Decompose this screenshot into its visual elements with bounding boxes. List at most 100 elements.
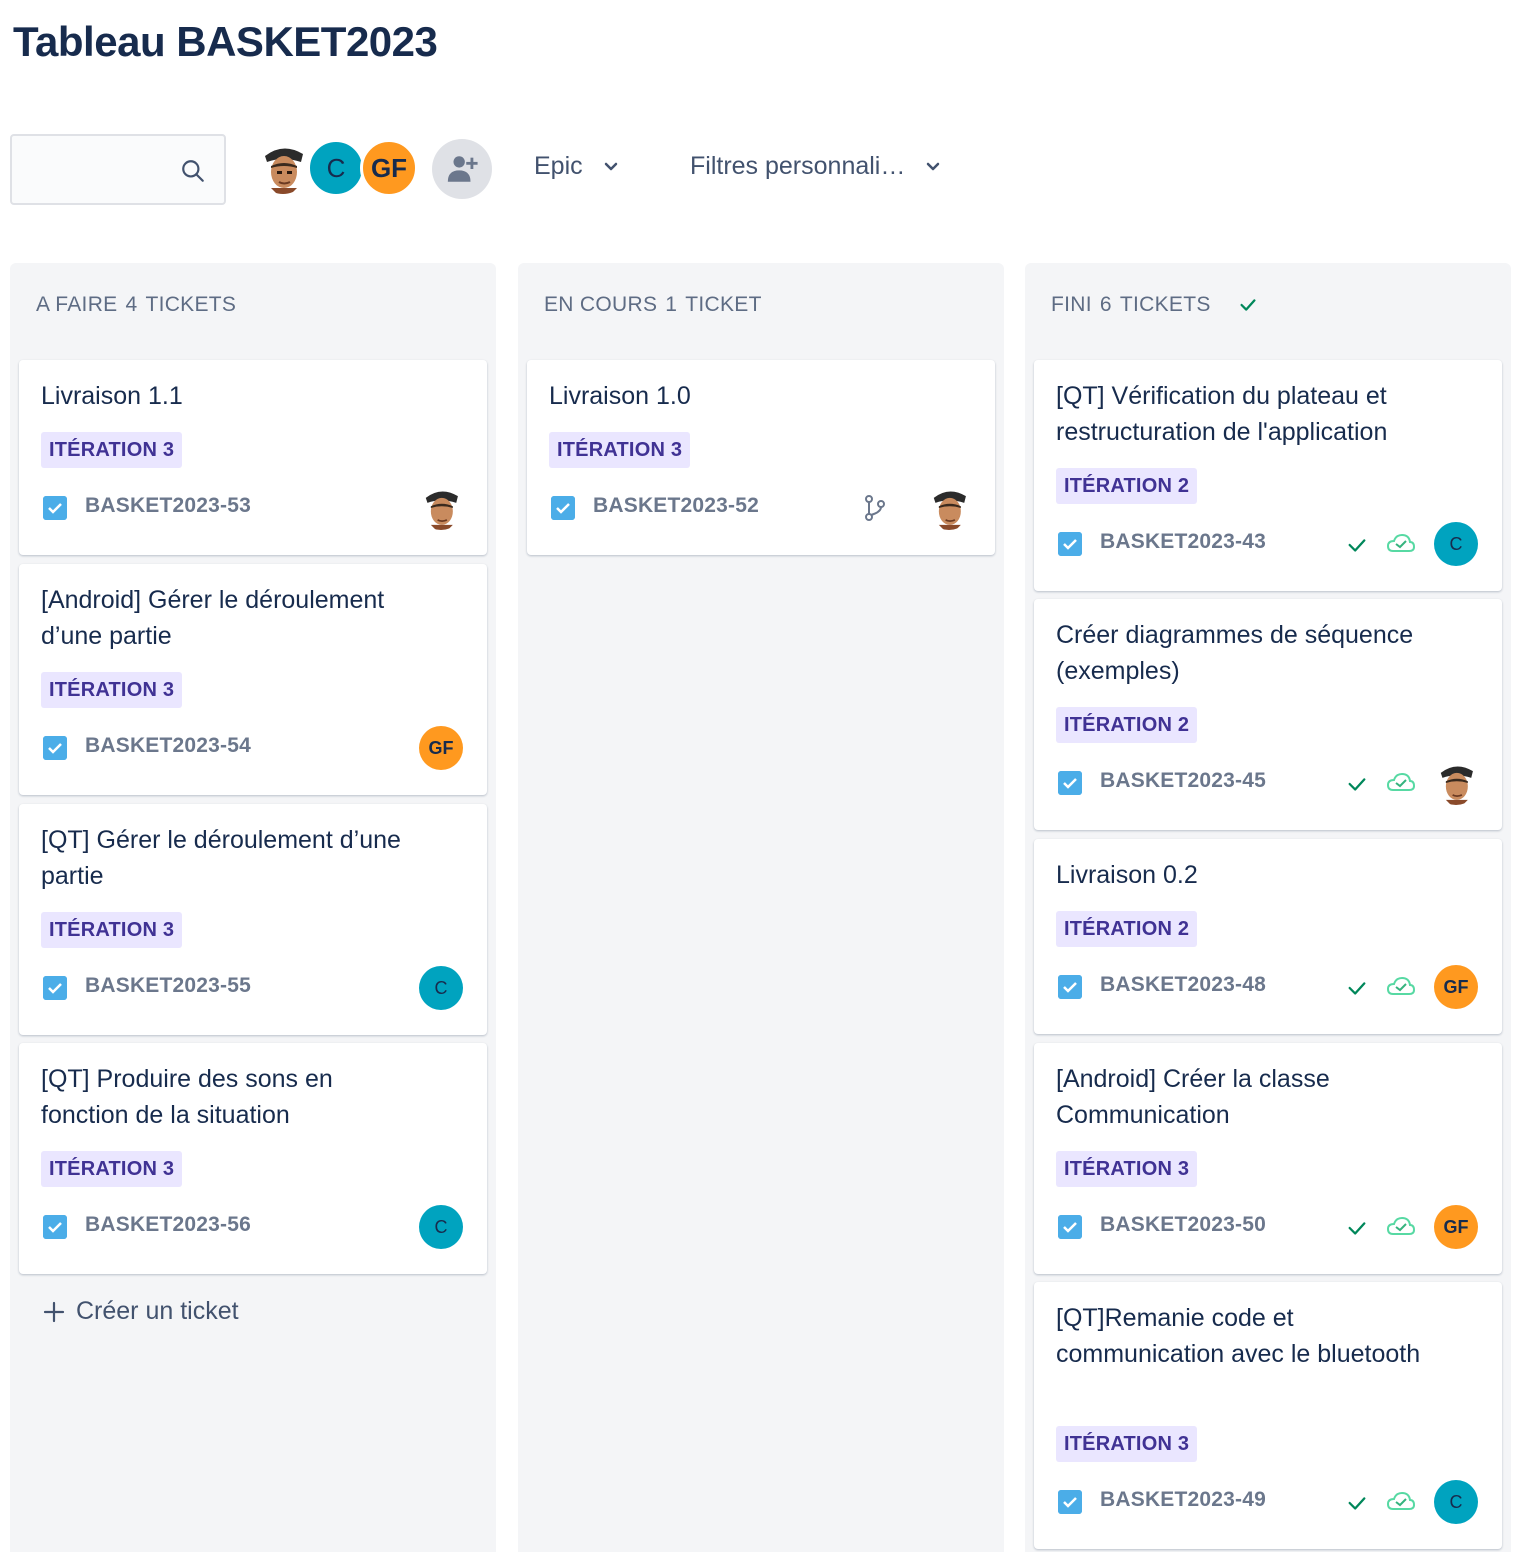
column-header: A FAIRE 4 TICKETS	[36, 293, 236, 317]
task-checkbox-icon	[1058, 975, 1082, 999]
ticket-card[interactable]: [QT]Remanie code et communication avec l…	[1034, 1282, 1502, 1549]
column-count-label: TICKET	[685, 293, 762, 316]
column-done: FINI 6 TICKETS [QT] Vérification du plat…	[1025, 263, 1511, 1552]
portrait-icon	[933, 491, 966, 530]
ticket-footer: BASKET2023-56 C	[41, 1205, 465, 1249]
ticket-key[interactable]: BASKET2023-56	[85, 1213, 251, 1237]
column-header: EN COURS 1 TICKET	[544, 293, 762, 317]
task-checkbox-icon	[551, 496, 575, 520]
ticket-title: Livraison 1.1	[41, 382, 183, 410]
iteration-tag: ITÉRATION 3	[41, 672, 183, 708]
ticket-footer: BASKET2023-50 GF	[1056, 1205, 1480, 1249]
assignee-avatar-c[interactable]: C	[1434, 1480, 1478, 1524]
ticket-card[interactable]: Livraison 1.1 ITÉRATION 3 BASKET2023-53	[19, 360, 487, 555]
ticket-key[interactable]: BASKET2023-52	[593, 494, 759, 518]
ticket-title: Créer diagrammes de séquence (exemples)	[1056, 621, 1414, 685]
ticket-card[interactable]: [Android] Gérer le déroulement d’une par…	[19, 564, 487, 795]
assignee-avatar-gf[interactable]: GF	[1434, 1205, 1478, 1249]
assignee-photo-avatar[interactable]	[927, 486, 971, 530]
column-name: FINI	[1051, 293, 1092, 316]
column-name: A FAIRE	[36, 293, 118, 316]
task-checkbox-icon	[1058, 1490, 1082, 1514]
deployment-cloud-icon[interactable]	[1386, 1215, 1416, 1239]
ticket-title: [QT]Remanie code et communication avec l…	[1056, 1304, 1421, 1368]
ticket-card[interactable]: [QT] Produire des sons en fonction de la…	[19, 1043, 487, 1274]
board-toolbar: C GF Epic Filtres personnali…	[10, 134, 1010, 206]
portrait-icon	[257, 142, 309, 194]
ticket-card[interactable]: Livraison 0.2 ITÉRATION 2 BASKET2023-48 …	[1034, 839, 1502, 1034]
ticket-card[interactable]: [QT] Vérification du plateau et restruct…	[1034, 360, 1502, 591]
epic-filter[interactable]: Epic	[534, 152, 619, 181]
page-title: Tableau BASKET2023	[13, 18, 438, 65]
ticket-title: [QT] Vérification du plateau et restruct…	[1056, 382, 1388, 446]
column-count: 6	[1099, 293, 1112, 316]
ticket-title: Livraison 1.0	[549, 382, 691, 410]
iteration-tag: ITÉRATION 3	[41, 432, 183, 468]
ticket-card[interactable]: Créer diagrammes de séquence (exemples) …	[1034, 599, 1502, 830]
iteration-tag: ITÉRATION 3	[41, 1151, 183, 1187]
assignee-avatar-gf[interactable]: GF	[1434, 965, 1478, 1009]
ticket-title: [Android] Gérer le déroulement d’une par…	[41, 586, 385, 650]
deployment-cloud-icon[interactable]	[1386, 975, 1416, 999]
deployment-cloud-icon[interactable]	[1386, 532, 1416, 556]
branch-icon[interactable]	[863, 494, 887, 522]
epic-filter-label: Epic	[534, 152, 583, 180]
column-count: 4	[125, 293, 138, 316]
create-ticket-button[interactable]: Créer un ticket	[42, 1297, 239, 1326]
assignee-avatar-c[interactable]: C	[419, 1205, 463, 1249]
chevron-down-icon	[604, 162, 617, 170]
done-check-icon	[1348, 982, 1366, 995]
ticket-title: [QT] Produire des sons en fonction de la…	[41, 1065, 333, 1129]
ticket-card[interactable]: [QT] Gérer le déroulement d’une partie I…	[19, 804, 487, 1035]
assignee-avatar-gf[interactable]: GF	[419, 726, 463, 770]
ticket-key[interactable]: BASKET2023-53	[85, 494, 251, 518]
user-avatar-c[interactable]: C	[307, 139, 365, 197]
search-input[interactable]	[22, 146, 172, 194]
column-in-progress: EN COURS 1 TICKET Livraison 1.0 ITÉRATIO…	[518, 263, 1004, 1552]
assignee-photo-avatar[interactable]	[419, 486, 463, 530]
user-photo-avatar[interactable]	[254, 139, 312, 197]
custom-filters[interactable]: Filtres personnali…	[690, 152, 941, 181]
assignee-photo-avatar[interactable]	[1434, 761, 1478, 805]
ticket-card[interactable]: [Android] Créer la classe Communication …	[1034, 1043, 1502, 1274]
ticket-card[interactable]: Livraison 1.0 ITÉRATION 3 BASKET2023-52	[527, 360, 995, 555]
task-checkbox-icon	[1058, 1215, 1082, 1239]
search-box[interactable]	[10, 134, 226, 205]
ticket-footer: BASKET2023-45	[1056, 761, 1480, 805]
assignee-avatar-c[interactable]: C	[1434, 522, 1478, 566]
column-name: EN COURS	[544, 293, 658, 316]
done-check-icon	[1348, 778, 1366, 791]
ticket-footer: BASKET2023-52	[549, 486, 973, 530]
portrait-icon	[1440, 766, 1473, 805]
iteration-tag: ITÉRATION 3	[41, 912, 183, 948]
user-avatar-gf[interactable]: GF	[360, 139, 418, 197]
deployment-cloud-icon[interactable]	[1386, 771, 1416, 795]
custom-filters-label: Filtres personnali…	[690, 152, 906, 180]
ticket-title: [Android] Créer la classe Communication	[1056, 1065, 1330, 1129]
ticket-key[interactable]: BASKET2023-54	[85, 734, 251, 758]
search-icon	[182, 160, 204, 182]
iteration-tag: ITÉRATION 2	[1056, 707, 1198, 743]
column-count-label: TICKETS	[145, 293, 237, 316]
iteration-tag: ITÉRATION 2	[1056, 911, 1198, 947]
column-todo: A FAIRE 4 TICKETS Livraison 1.1 ITÉRATIO…	[10, 263, 496, 1552]
plus-icon	[43, 1301, 65, 1322]
portrait-icon	[425, 491, 458, 530]
ticket-footer: BASKET2023-48 GF	[1056, 965, 1480, 1009]
ticket-footer: BASKET2023-53	[41, 486, 465, 530]
deployment-cloud-icon[interactable]	[1386, 1490, 1416, 1514]
ticket-key[interactable]: BASKET2023-49	[1100, 1488, 1266, 1512]
task-checkbox-icon	[1058, 771, 1082, 795]
ticket-key[interactable]: BASKET2023-43	[1100, 530, 1266, 554]
ticket-key[interactable]: BASKET2023-45	[1100, 769, 1266, 793]
task-checkbox-icon	[43, 976, 67, 1000]
add-user-icon	[447, 156, 478, 182]
task-checkbox-icon	[1058, 532, 1082, 556]
ticket-key[interactable]: BASKET2023-55	[85, 974, 251, 998]
ticket-key[interactable]: BASKET2023-50	[1100, 1213, 1266, 1237]
ticket-footer: BASKET2023-49 C	[1056, 1480, 1480, 1524]
done-check-icon	[1348, 1497, 1366, 1510]
add-people-button[interactable]	[432, 139, 492, 199]
ticket-key[interactable]: BASKET2023-48	[1100, 973, 1266, 997]
assignee-avatar-c[interactable]: C	[419, 966, 463, 1010]
